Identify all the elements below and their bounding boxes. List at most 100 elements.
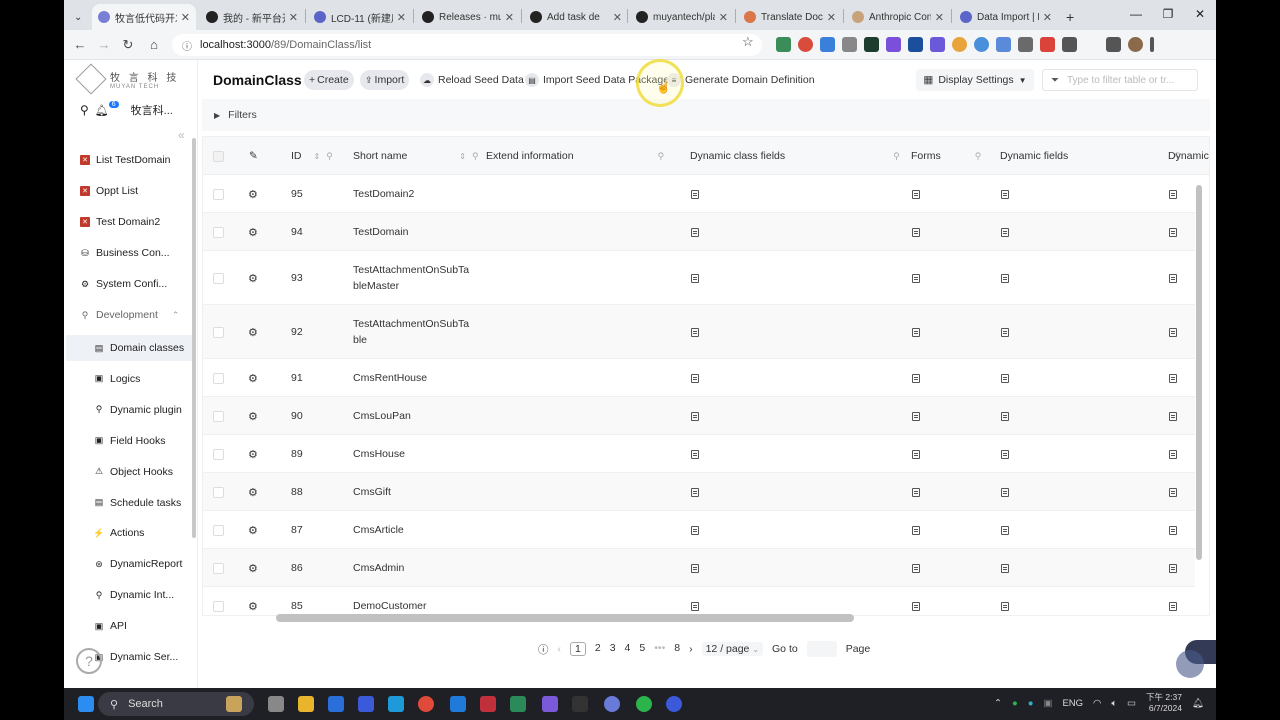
minimize-icon[interactable]: — <box>1120 0 1152 30</box>
search-icon[interactable]: ⚲ <box>893 151 900 162</box>
page-number[interactable]: 4 <box>625 642 631 656</box>
document-icon[interactable] <box>1169 563 1177 573</box>
page-number[interactable]: 3 <box>610 642 616 656</box>
vscode-icon[interactable] <box>450 696 466 712</box>
document-icon[interactable] <box>1001 227 1009 237</box>
extension-icon[interactable] <box>1040 37 1055 52</box>
document-icon[interactable] <box>691 227 699 237</box>
col-dynamic-class-fields[interactable]: Dynamic class fields <box>690 150 785 162</box>
battery-icon[interactable]: ▭ <box>1127 698 1136 709</box>
page-ellipsis[interactable]: ••• <box>654 642 665 656</box>
download-icon[interactable] <box>1106 37 1121 52</box>
page-number[interactable]: 1 <box>570 642 586 656</box>
tray-app-icon[interactable]: ▣ <box>1043 698 1052 709</box>
tray-chevron-icon[interactable]: ⌃ <box>994 698 1002 709</box>
back-icon[interactable]: ← <box>72 37 88 52</box>
tab-close-icon[interactable]: ✕ <box>285 11 298 24</box>
tab-list-button[interactable]: ⌄ <box>68 4 90 30</box>
table-row[interactable]: ⚙ 91 CmsRentHouse <box>203 359 1195 397</box>
widgets-icon[interactable] <box>226 696 242 712</box>
row-short-name[interactable]: ble <box>353 332 367 348</box>
browser-tab[interactable]: Data Import | M✕ <box>954 4 1058 30</box>
sidebar-subitem[interactable]: ⚲ Dynamic plugin <box>94 399 182 421</box>
document-icon[interactable] <box>912 525 920 535</box>
table-row[interactable]: ⚙ 90 CmsLouPan <box>203 397 1195 435</box>
row-short-name[interactable]: CmsRentHouse <box>353 370 427 386</box>
document-icon[interactable] <box>912 273 920 283</box>
extension-icon[interactable] <box>798 37 813 52</box>
volume-icon[interactable]: 🔈︎ <box>1111 698 1117 709</box>
gear-icon[interactable]: ⚙ <box>248 188 258 201</box>
document-icon[interactable] <box>912 487 920 497</box>
site-info-icon[interactable]: ⓘ <box>182 38 192 53</box>
table-row[interactable]: ⚙ 94 TestDomain <box>203 213 1195 251</box>
url-input[interactable]: ⓘ localhost:3000/89/DomainClass/list <box>172 34 762 56</box>
row-checkbox[interactable] <box>213 272 224 284</box>
help-icon[interactable]: ? <box>76 648 102 674</box>
document-icon[interactable] <box>1169 525 1177 535</box>
tab-close-icon[interactable]: ✕ <box>823 11 836 24</box>
document-icon[interactable] <box>1001 411 1009 421</box>
document-icon[interactable] <box>912 189 920 199</box>
row-short-name[interactable]: TestDomain2 <box>353 186 414 202</box>
document-icon[interactable] <box>912 373 920 383</box>
row-short-name[interactable]: TestAttachmentOnSubTa <box>353 316 469 332</box>
gear-icon[interactable]: ⚙ <box>248 272 258 285</box>
sidebar-item[interactable]: ✕ List TestDomain <box>80 149 171 171</box>
close-window-icon[interactable]: ✕ <box>1184 0 1216 30</box>
sidebar-subitem[interactable]: ▤ Schedule tasks <box>94 492 181 514</box>
document-icon[interactable] <box>1169 327 1177 337</box>
clock[interactable]: 下午 2:37 6/7/2024 <box>1146 692 1182 714</box>
document-icon[interactable] <box>691 601 699 611</box>
document-icon[interactable] <box>1169 189 1177 199</box>
gear-icon[interactable]: ⚙ <box>248 326 258 339</box>
user-name[interactable]: 牧言科... <box>131 102 173 118</box>
sidebar-subitem[interactable]: ⚠ Object Hooks <box>94 461 173 483</box>
sidebar-item[interactable]: ⛁ Business Con... <box>80 242 169 264</box>
document-icon[interactable] <box>1169 449 1177 459</box>
table-row[interactable]: ⚙ 88 CmsGift <box>203 473 1195 511</box>
input-language[interactable]: ENG <box>1062 698 1083 709</box>
table-row[interactable]: ⚙ 87 CmsArticle <box>203 511 1195 549</box>
profile-avatar[interactable] <box>1128 37 1143 52</box>
webstorm-icon[interactable] <box>510 696 526 712</box>
table-row[interactable]: ⚙ 89 CmsHouse <box>203 435 1195 473</box>
document-icon[interactable] <box>1001 327 1009 337</box>
row-checkbox[interactable] <box>213 188 224 200</box>
extension-icon[interactable] <box>842 37 857 52</box>
table-vertical-scrollbar[interactable] <box>1196 185 1202 560</box>
app-icon[interactable] <box>542 696 558 712</box>
document-icon[interactable] <box>912 411 920 421</box>
sidebar-subitem[interactable]: ⚡ Actions <box>93 522 144 544</box>
table-row[interactable]: ⚙ 93 TestAttachmentOnSubTa bleMaster <box>203 251 1195 305</box>
page-number[interactable]: 5 <box>639 642 645 656</box>
col-id[interactable]: ID <box>291 150 302 162</box>
gear-icon[interactable]: ⚙ <box>248 372 258 385</box>
extension-icon[interactable] <box>974 37 989 52</box>
document-icon[interactable] <box>1169 227 1177 237</box>
document-icon[interactable] <box>691 525 699 535</box>
next-page-button[interactable]: › <box>689 643 693 655</box>
wechat-tray-icon[interactable]: ● <box>1012 698 1018 709</box>
app-icon[interactable] <box>604 696 620 712</box>
table-horizontal-scrollbar[interactable] <box>276 614 854 622</box>
document-icon[interactable] <box>691 189 699 199</box>
tray-app-icon[interactable]: ● <box>1028 698 1034 709</box>
collapse-sidebar-icon[interactable]: « <box>178 128 185 142</box>
row-checkbox[interactable] <box>213 486 224 498</box>
table-row[interactable]: ⚙ 85 DemoCustomer <box>203 587 1195 615</box>
document-icon[interactable] <box>912 563 920 573</box>
browser-tab[interactable]: muyantech/pla ✕ <box>630 4 734 30</box>
extension-icon[interactable] <box>820 37 835 52</box>
prev-page-button[interactable]: ‹ <box>558 643 562 655</box>
row-short-name[interactable]: TestAttachmentOnSubTa <box>353 262 469 278</box>
tab-close-icon[interactable]: ✕ <box>501 11 514 24</box>
row-checkbox[interactable] <box>213 448 224 460</box>
new-tab-button[interactable]: + <box>1060 4 1080 30</box>
notification-icon[interactable]: 🔔︎ <box>1192 698 1204 709</box>
tab-close-icon[interactable]: ✕ <box>1039 11 1052 24</box>
browser-tab[interactable]: Add task de ✕ <box>524 4 628 30</box>
filters-toggle[interactable]: ▶ Filters <box>202 99 1210 131</box>
reload-seed-data-button[interactable]: ☁ Reload Seed Data <box>415 70 529 90</box>
browser-tab[interactable]: Anthropic Cons ✕ <box>846 4 950 30</box>
